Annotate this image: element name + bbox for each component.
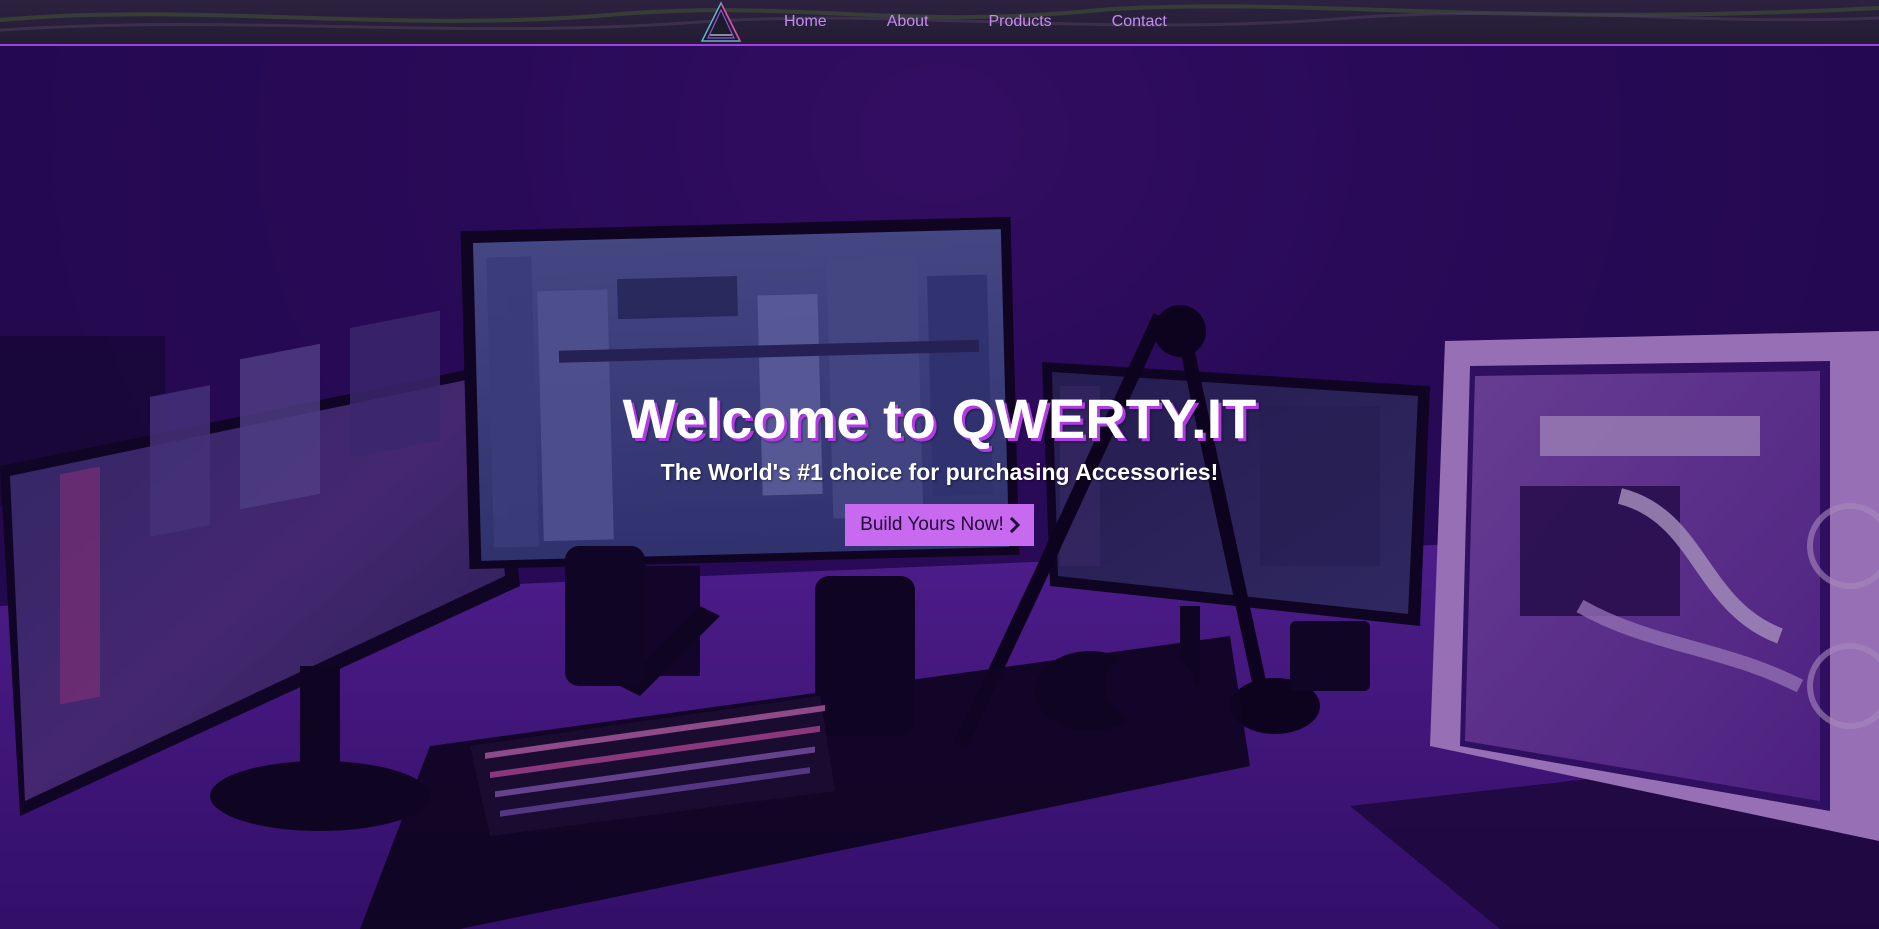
triangle-logo-icon[interactable] bbox=[696, 0, 746, 44]
nav-link-about[interactable]: About bbox=[887, 13, 929, 31]
nav-menu: Home About Products Contact bbox=[696, 0, 1167, 44]
nav-link-contact[interactable]: Contact bbox=[1112, 13, 1167, 31]
hero-subtitle: The World's #1 choice for purchasing Acc… bbox=[660, 459, 1219, 485]
nav-link-home[interactable]: Home bbox=[784, 13, 827, 31]
nav-link-products[interactable]: Products bbox=[989, 13, 1052, 31]
navbar: Home About Products Contact bbox=[0, 0, 1879, 46]
build-yours-now-button[interactable]: Build Yours Now! bbox=[845, 504, 1034, 546]
hero-title: Welcome to QWERTY.IT bbox=[622, 387, 1257, 450]
page: Home About Products Contact Welcome to Q… bbox=[0, 0, 1879, 929]
chevron-right-icon bbox=[1009, 516, 1020, 534]
cta-label: Build Yours Now! bbox=[860, 514, 1004, 535]
hero-content: Welcome to QWERTY.IT The World's #1 choi… bbox=[0, 386, 1879, 546]
hero-section: Welcome to QWERTY.IT The World's #1 choi… bbox=[0, 46, 1879, 929]
